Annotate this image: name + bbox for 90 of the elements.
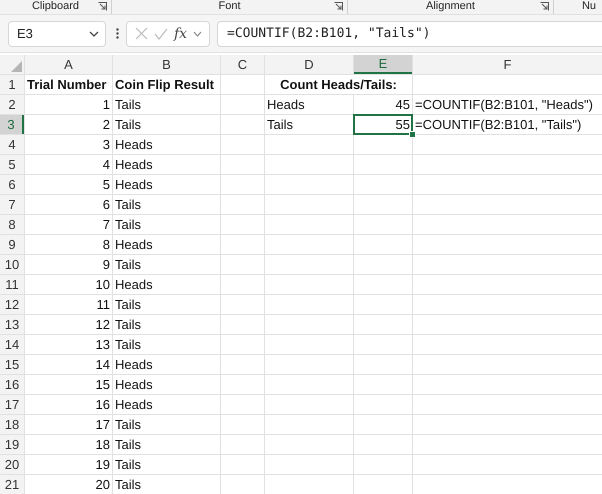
table-cell: 14 <box>25 355 112 374</box>
column-header[interactable]: F <box>413 55 602 74</box>
table-cell: Tails <box>265 115 353 134</box>
table-cell: Heads <box>113 395 220 414</box>
table-cell: Heads <box>113 375 220 394</box>
table-cell: =COUNTIF(B2:B101, "Heads") <box>413 95 602 114</box>
table-cell: 45 <box>354 95 412 114</box>
dialog-launcher-icon[interactable] <box>98 2 107 11</box>
row-header[interactable]: 3 <box>0 115 24 134</box>
row-header[interactable]: 7 <box>0 195 24 214</box>
table-cell: Tails <box>113 315 220 334</box>
row-header[interactable]: 21 <box>0 475 24 494</box>
chevron-down-icon[interactable] <box>193 30 202 36</box>
table-cell: 17 <box>25 415 112 434</box>
row-header[interactable]: 2 <box>0 95 24 114</box>
column-header[interactable]: C <box>221 55 264 74</box>
fill-handle[interactable] <box>409 131 416 138</box>
chevron-down-icon <box>89 30 99 36</box>
table-cell: Tails <box>113 435 220 454</box>
table-cell: 15 <box>25 375 112 394</box>
table-cell: Heads <box>113 355 220 374</box>
row-header[interactable]: 20 <box>0 455 24 474</box>
table-cell: 13 <box>25 335 112 354</box>
table-cell: Tails <box>113 195 220 214</box>
table-cell: Tails <box>113 95 220 114</box>
row-header[interactable]: 15 <box>0 355 24 374</box>
column-header[interactable]: D <box>265 55 353 74</box>
formula-input[interactable]: =COUNTIF(B2:B101, "Tails") <box>217 20 602 46</box>
table-cell: 18 <box>25 435 112 454</box>
insert-function-button[interactable]: fx <box>174 26 188 42</box>
row-header[interactable]: 9 <box>0 235 24 254</box>
table-cell: 1 <box>25 95 112 114</box>
table-cell: 4 <box>25 155 112 174</box>
table-cell: Tails <box>113 255 220 274</box>
table-cell: Heads <box>265 95 353 114</box>
table-cell: 11 <box>25 295 112 314</box>
table-cell: 8 <box>25 235 112 254</box>
row-header[interactable]: 13 <box>0 315 24 334</box>
table-cell: Tails <box>113 215 220 234</box>
table-cell: =COUNTIF(B2:B101, "Tails") <box>413 115 602 134</box>
table-cell: 19 <box>25 455 112 474</box>
name-box[interactable]: E3 <box>8 20 106 46</box>
table-cell: Trial Number <box>25 75 112 94</box>
table-cell: 16 <box>25 395 112 414</box>
row-header[interactable]: 1 <box>0 75 24 94</box>
table-cell: Tails <box>113 115 220 134</box>
table-cell: Heads <box>113 275 220 294</box>
ribbon-group-label: Clipboard <box>32 0 80 14</box>
table-cell: 12 <box>25 315 112 334</box>
row-header[interactable]: 10 <box>0 255 24 274</box>
table-cell: 7 <box>25 215 112 234</box>
table-cell: Tails <box>113 475 220 494</box>
table-cell: 9 <box>25 255 112 274</box>
row-header[interactable]: 4 <box>0 135 24 154</box>
ribbon-group-label: Alignment <box>426 0 475 14</box>
row-header[interactable]: 6 <box>0 175 24 194</box>
table-cell: Heads <box>113 155 220 174</box>
row-header[interactable]: 18 <box>0 415 24 434</box>
check-icon[interactable] <box>154 28 168 40</box>
row-header[interactable]: 16 <box>0 375 24 394</box>
table-cell: 10 <box>25 275 112 294</box>
dialog-launcher-icon[interactable] <box>334 2 343 11</box>
row-header[interactable]: 5 <box>0 155 24 174</box>
table-cell: Heads <box>113 135 220 154</box>
more-options-icon[interactable] <box>116 28 119 39</box>
table-cell: 2 <box>25 115 112 134</box>
ribbon-group-label: Nu <box>582 0 596 14</box>
table-cell: 3 <box>25 135 112 154</box>
row-header[interactable]: 11 <box>0 275 24 294</box>
table-cell: Heads <box>113 175 220 194</box>
row-header[interactable]: 12 <box>0 295 24 314</box>
table-cell: Heads <box>113 235 220 254</box>
table-cell: Tails <box>113 295 220 314</box>
row-header[interactable]: 8 <box>0 215 24 234</box>
table-cell: 20 <box>25 475 112 494</box>
column-header[interactable]: B <box>113 55 220 74</box>
row-header[interactable]: 17 <box>0 395 24 414</box>
column-header[interactable]: A <box>25 55 112 74</box>
column-header[interactable]: E <box>354 55 412 74</box>
table-cell: Tails <box>113 455 220 474</box>
row-header[interactable]: 19 <box>0 435 24 454</box>
table-cell: 5 <box>25 175 112 194</box>
table-cell: Coin Flip Result <box>113 75 220 94</box>
table-cell: 6 <box>25 195 112 214</box>
row-header[interactable]: 14 <box>0 335 24 354</box>
ribbon-group-label: Font <box>218 0 240 14</box>
table-cell: Count Heads/Tails: <box>265 75 412 94</box>
table-cell: Tails <box>113 335 220 354</box>
table-cell: Tails <box>113 415 220 434</box>
dialog-launcher-icon[interactable] <box>540 2 549 11</box>
